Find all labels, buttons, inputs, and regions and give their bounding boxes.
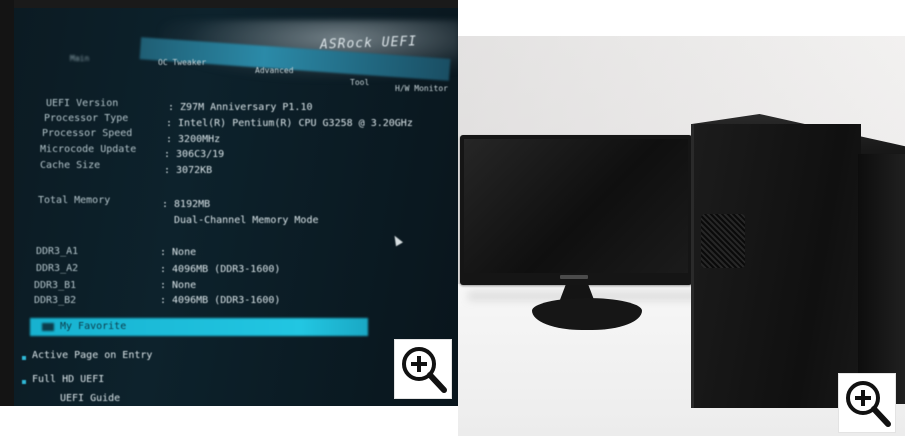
zoom-button-left[interactable]: [394, 339, 452, 399]
dimm-b2-label: DDR3_B2: [34, 295, 77, 306]
dimm-b1-label: DDR3_B1: [34, 280, 77, 291]
pc-photo: [458, 36, 905, 436]
info-cache-size: Cache Size: [40, 160, 101, 171]
dimm-a1-label: DDR3_A1: [36, 246, 79, 257]
dimm-b1-value: : None: [160, 280, 197, 291]
monitor-bezel-left: [0, 0, 14, 406]
info-total-memory: Total Memory: [38, 195, 111, 206]
favorite-icon: [42, 323, 54, 331]
value-uefi-version: : Z97M Anniversary P1.10: [168, 102, 313, 113]
option-full-hd: Full HD UEFI: [32, 374, 105, 385]
magnifier-plus-icon: [846, 381, 891, 427]
monitor-logo: [560, 275, 588, 279]
tab-tool: Tool: [350, 78, 370, 87]
option-uefi-guide: UEFI Guide: [60, 393, 121, 404]
value-total-memory: : 8192MB: [162, 199, 211, 210]
value-microcode: : 306C3/19: [164, 149, 225, 160]
magnifier-plus-icon: [402, 347, 447, 393]
monitor-bezel-top: [0, 0, 458, 8]
dimm-b2-value: : 4096MB (DDR3-1600): [160, 295, 281, 306]
info-uefi-version: UEFI Version: [46, 98, 119, 109]
value-memory-mode: Dual-Channel Memory Mode: [174, 215, 319, 226]
bullet-icon: [22, 380, 26, 384]
monitor-screen: [464, 139, 688, 273]
value-cache-size: : 3072KB: [164, 165, 213, 176]
monitor: [460, 135, 692, 285]
my-favorite-label: My Favorite: [60, 321, 127, 332]
tab-main: Main: [70, 54, 90, 63]
tab-hw-monitor: H/W Monitor: [395, 84, 448, 93]
option-active-page: Active Page on Entry: [32, 350, 153, 361]
zoom-button-right[interactable]: [838, 373, 896, 433]
info-processor-type: Processor Type: [44, 113, 129, 124]
info-microcode: Microcode Update: [40, 144, 137, 155]
pc-tower-side: [858, 154, 905, 404]
dimm-a2-label: DDR3_A2: [36, 263, 79, 274]
bios-screen-photo: Main OC Tweaker Advanced Tool H/W Monito…: [0, 0, 458, 406]
tab-advanced: Advanced: [255, 66, 294, 75]
dimm-a1-value: : None: [160, 247, 197, 258]
value-processor-type: : Intel(R) Pentium(R) CPU G3258 @ 3.20GH…: [166, 118, 413, 129]
mouse-cursor-icon: [391, 233, 403, 247]
dimm-a2-value: : 4096MB (DDR3-1600): [160, 264, 281, 275]
info-processor-speed: Processor Speed: [42, 128, 133, 139]
tab-oc-tweaker: OC Tweaker: [158, 58, 207, 67]
pc-tower-edge: [691, 124, 694, 408]
pc-tower-vent: [701, 214, 745, 268]
value-processor-speed: : 3200MHz: [166, 134, 221, 145]
bullet-icon: [22, 356, 26, 360]
